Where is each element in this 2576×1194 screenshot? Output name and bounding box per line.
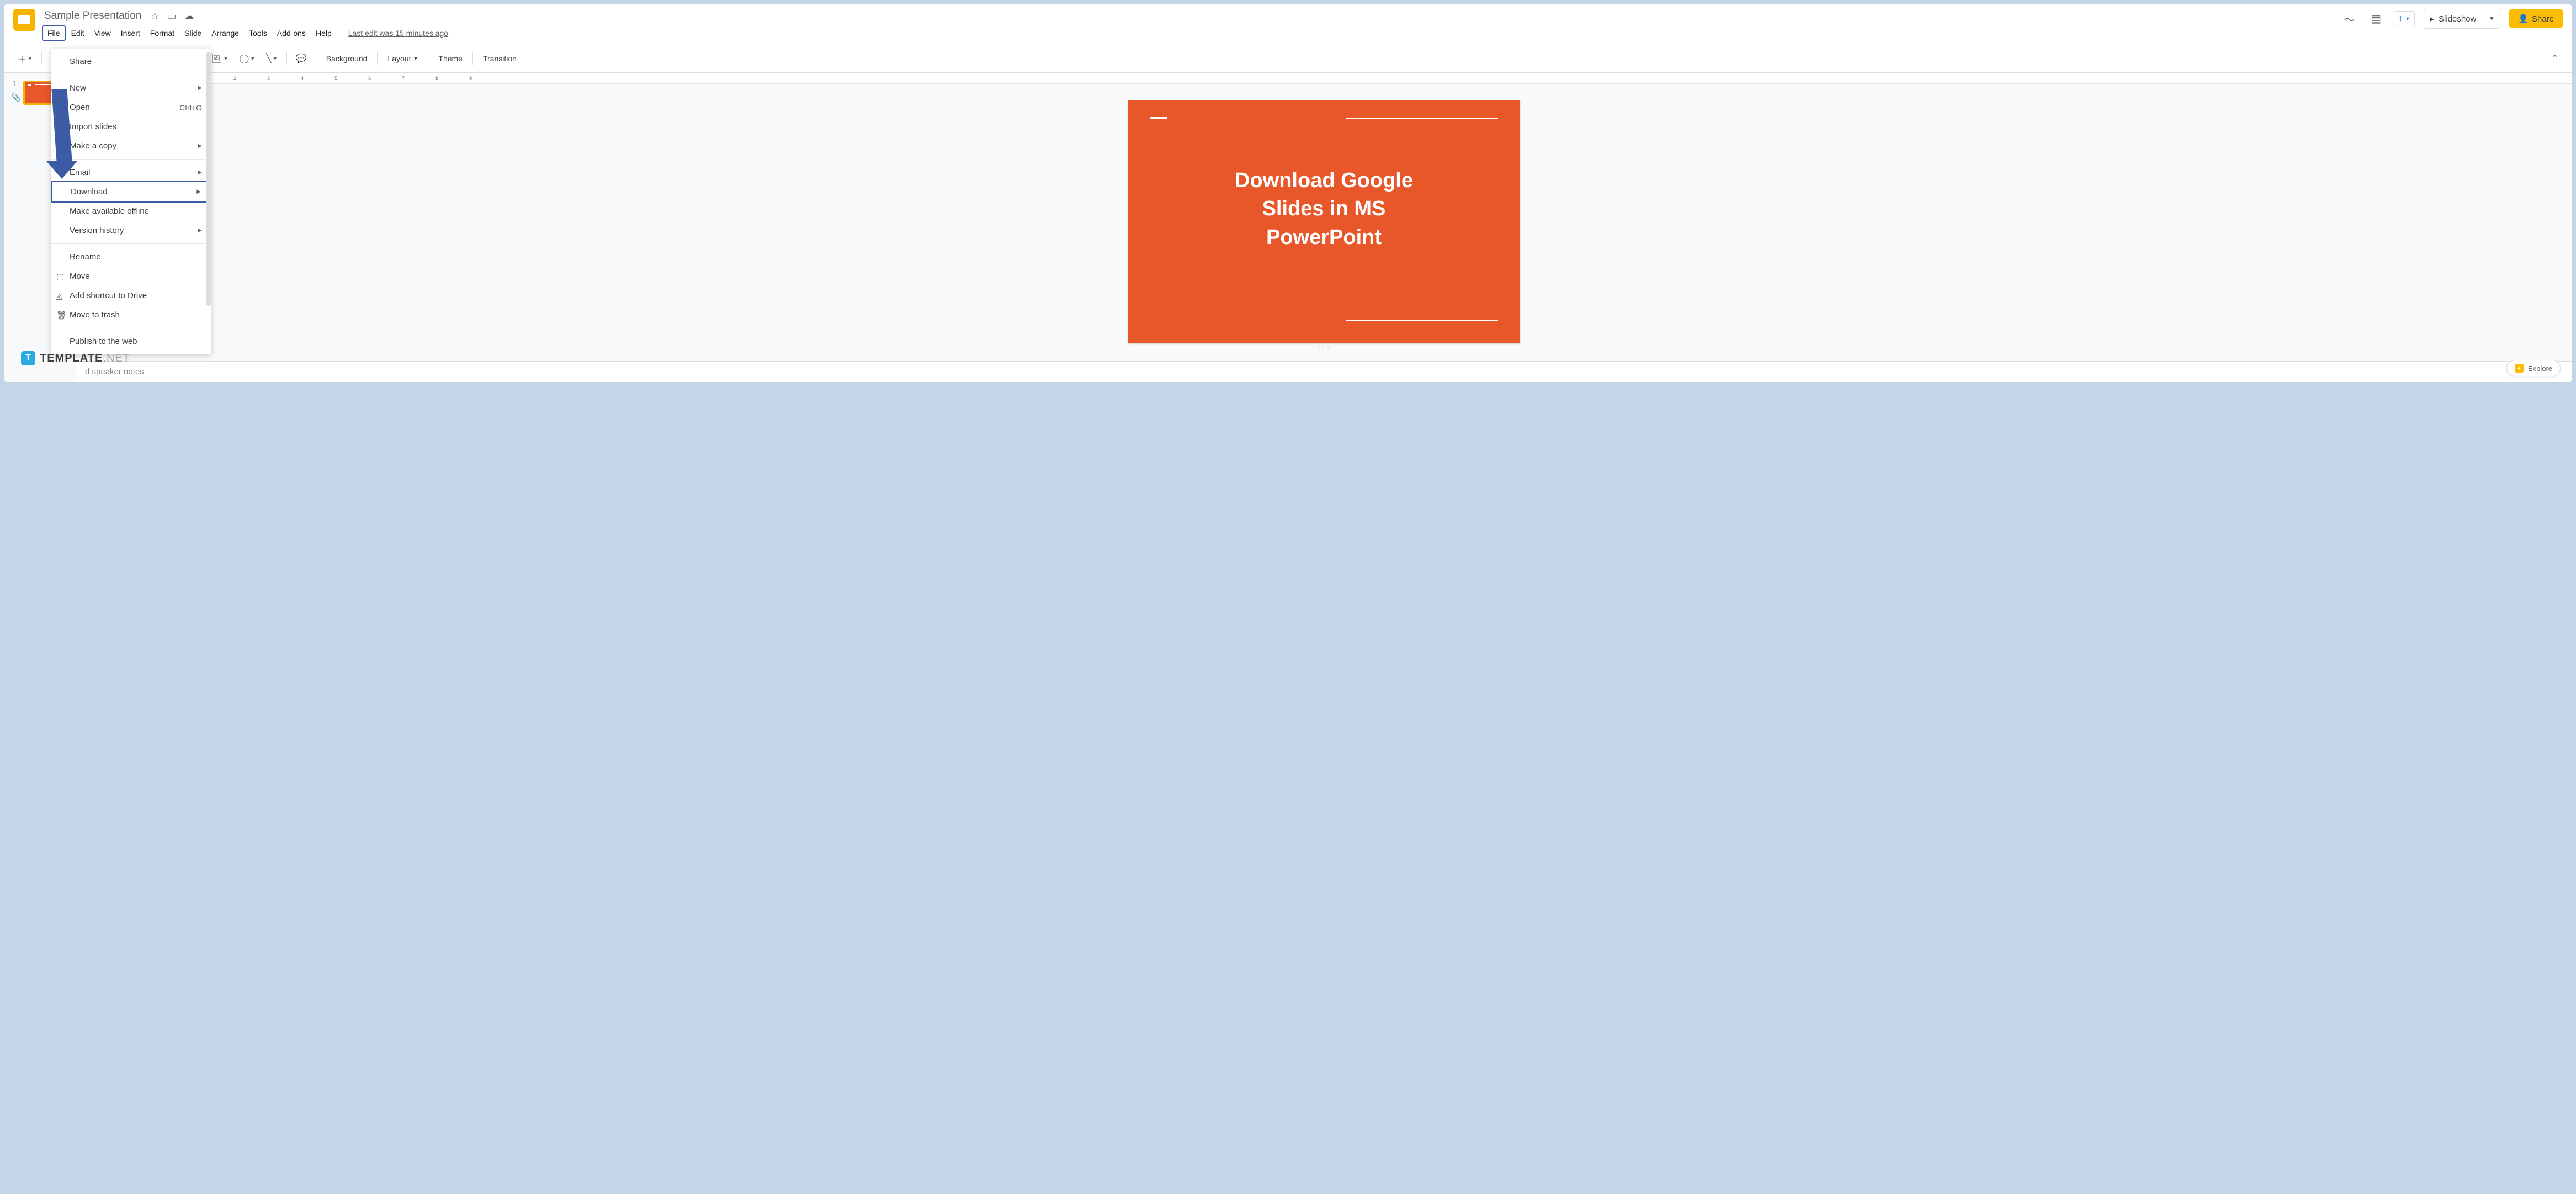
menu-slide[interactable]: Slide [180,26,206,40]
chevron-down-icon: ▼ [2405,16,2410,22]
comment-button[interactable]: 💬 [291,50,311,67]
transition-button[interactable]: Transition [477,51,522,66]
menu-edit[interactable]: Edit [67,26,89,40]
separator [41,52,42,65]
decoration-line [1346,320,1498,321]
collapse-toolbar-button[interactable]: ⌃ [2547,50,2563,67]
decoration-line [1346,118,1498,119]
person-icon: 👤 [2518,14,2529,24]
submenu-arrow-icon: ▶ [198,143,202,149]
menu-view[interactable]: View [90,26,115,40]
menu-new[interactable]: New▶ [51,78,211,98]
menu-help[interactable]: Help [311,26,336,40]
menu-file[interactable]: File [42,25,66,41]
menu-email[interactable]: Email▶ [51,163,211,182]
play-icon: ▸ [2430,14,2434,24]
chevron-down-icon[interactable]: ▼ [2483,16,2494,22]
submenu-arrow-icon: ▶ [198,227,202,234]
decoration-dash [1150,117,1167,119]
workspace: 1 📎 1 2 3 4 5 6 7 8 9 [4,73,2572,382]
explore-label: Explore [2528,364,2552,373]
menu-arrange[interactable]: Arrange [207,26,243,40]
menu-download[interactable]: Download▶ [51,181,211,203]
new-slide-button[interactable]: ＋ ▼ [13,49,37,68]
explore-button[interactable]: ✦ Explore [2506,360,2561,376]
share-button[interactable]: 👤 Share [2509,9,2563,28]
comments-icon[interactable]: ▤ [2367,10,2385,28]
slide-content[interactable]: Download Google Slides in MS PowerPoint [1128,100,1520,343]
layout-button[interactable]: Layout▼ [382,51,423,66]
slide-canvas[interactable]: Download Google Slides in MS PowerPoint [76,84,2572,343]
move-folder-icon[interactable]: ▭ [167,10,177,22]
dropdown-scrollbar[interactable] [206,52,211,306]
watermark-text: TEMPLATE.NET [40,352,130,365]
menu-share[interactable]: Share [51,52,211,71]
background-button[interactable]: Background [321,51,373,66]
menu-addons[interactable]: Add-ons [273,26,310,40]
notes-drag-handle[interactable]: • • • [76,343,2572,352]
slides-logo-icon[interactable] [13,9,35,31]
menu-publish-web[interactable]: Publish to the web [51,332,211,351]
notes-placeholder: d speaker notes [85,367,144,376]
menu-format[interactable]: Format [146,26,179,40]
document-title[interactable]: Sample Presentation [42,9,144,23]
drive-shortcut-icon: ◬ [56,291,63,301]
shape-button[interactable]: ◯ ▼ [235,50,259,67]
shortcut-text: Ctrl+O [179,103,202,112]
star-icon[interactable]: ☆ [150,10,159,22]
header: Sample Presentation ☆ ▭ ☁ File Edit View… [4,4,2572,41]
slide-number: 1 [12,79,16,88]
separator [472,52,473,65]
explore-icon: ✦ [2515,364,2524,373]
watermark: T TEMPLATE.NET [21,351,130,365]
google-slides-app: Sample Presentation ☆ ▭ ☁ File Edit View… [4,4,2572,382]
present-up-icon: ↑ [2399,14,2403,24]
menu-version-history[interactable]: Version history▶ [51,221,211,240]
menu-tools[interactable]: Tools [245,26,272,40]
last-edit-link[interactable]: Last edit was 15 minutes ago [348,29,448,38]
slide-title-text[interactable]: Download Google Slides in MS PowerPoint [1128,167,1520,252]
horizontal-ruler: 1 2 3 4 5 6 7 8 9 [76,73,2572,84]
canvas-area: 1 2 3 4 5 6 7 8 9 Download Google Slides… [76,73,2572,382]
attachment-icon: 📎 [11,93,20,102]
separator [51,243,211,244]
file-dropdown-menu: Share New▶ OpenCtrl+O Import slides Make… [51,49,211,354]
menu-bar: File Edit View Insert Format Slide Arran… [42,25,2341,41]
toolbar: ＋ ▼ ↶ ↷ 🖶 🖌 🔍 ⬚ 🅃 ▼ 🖼 ▼ ◯ ▼ ╲ ▼ 💬 Backgr… [4,44,2572,73]
theme-button[interactable]: Theme [433,51,468,66]
menu-make-offline[interactable]: Make available offline [51,201,211,221]
menu-insert[interactable]: Insert [116,26,145,40]
menu-make-copy[interactable]: Make a copy▶ [51,136,211,156]
watermark-logo-icon: T [21,351,35,365]
slideshow-button[interactable]: ▸ Slideshow ▼ [2424,9,2500,29]
menu-add-shortcut[interactable]: ◬Add shortcut to Drive [51,286,211,305]
line-button[interactable]: ╲ ▼ [262,50,282,67]
submenu-arrow-icon: ▶ [196,189,201,195]
menu-move-trash[interactable]: 🗑Move to trash [51,305,211,325]
menu-rename[interactable]: Rename [51,247,211,267]
share-label: Share [2532,14,2554,24]
separator [377,52,378,65]
folder-icon: ▢ [56,272,64,282]
separator [51,159,211,160]
slideshow-label: Slideshow [2439,14,2476,24]
menu-import-slides[interactable]: Import slides [51,117,211,136]
title-area: Sample Presentation ☆ ▭ ☁ File Edit View… [42,9,2341,41]
separator [286,52,287,65]
trash-icon: 🗑 [56,310,67,320]
menu-open[interactable]: OpenCtrl+O [51,98,211,117]
menu-move[interactable]: ▢Move [51,267,211,286]
activity-icon[interactable]: 〜 [2341,10,2359,28]
submenu-arrow-icon: ▶ [198,85,202,91]
submenu-arrow-icon: ▶ [198,169,202,176]
present-mode-button[interactable]: ↑▼ [2394,11,2415,26]
cloud-status-icon: ☁ [184,10,194,22]
speaker-notes[interactable]: d speaker notes [76,361,2572,382]
